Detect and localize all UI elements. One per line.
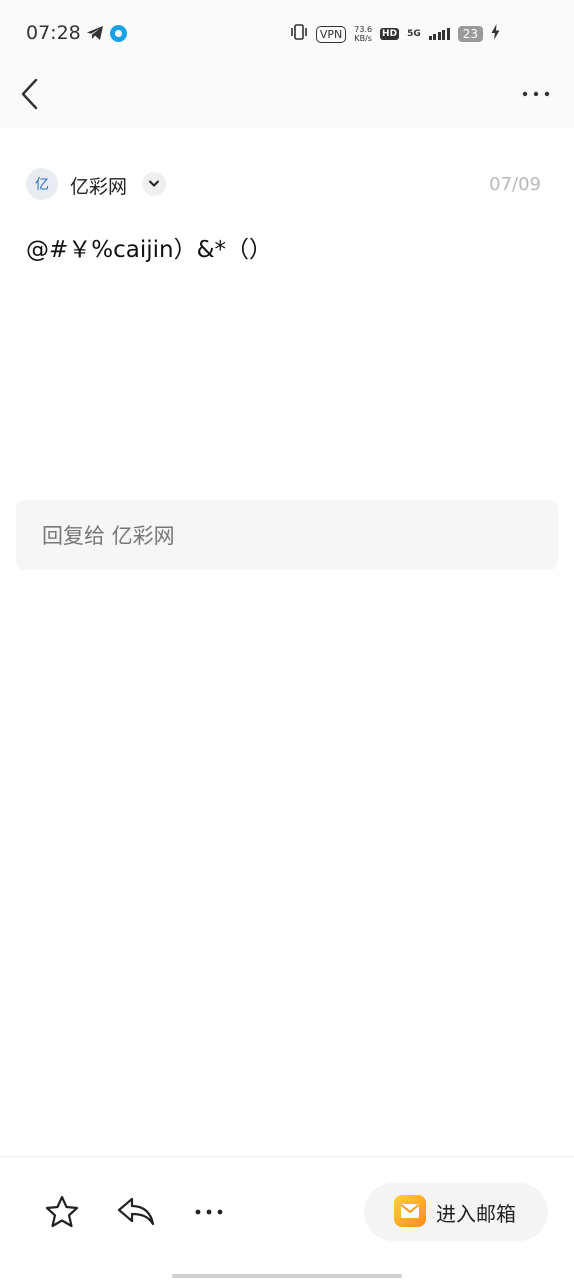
chevron-left-icon	[21, 78, 38, 110]
star-icon	[45, 1195, 79, 1228]
more-options-button[interactable]	[516, 78, 556, 110]
vpn-badge: VPN	[315, 25, 347, 43]
status-time: 07:28	[26, 22, 81, 44]
status-icons: VPN 73.6 KB/s HD 5G 23	[290, 24, 500, 44]
signal-icon	[428, 28, 450, 40]
reply-input[interactable]: 回复给 亿彩网	[16, 500, 558, 570]
battery-level: 23	[457, 26, 483, 42]
more-horizontal-icon	[522, 91, 550, 97]
status-bar: 07:28 VPN 73.6 KB/s HD 5G 23	[0, 0, 574, 62]
reply-icon	[117, 1197, 155, 1226]
home-indicator[interactable]	[172, 1274, 402, 1278]
sender-name[interactable]: 亿彩网	[70, 172, 127, 199]
reply-placeholder: 回复给 亿彩网	[42, 524, 175, 548]
vibrate-icon	[290, 24, 308, 44]
speed-unit: KB/s	[354, 34, 372, 43]
network-type: 5G	[407, 28, 421, 39]
telegram-icon	[86, 25, 104, 45]
app-icon	[110, 25, 127, 42]
open-inbox-label: 进入邮箱	[436, 1202, 516, 1226]
back-button[interactable]	[18, 76, 48, 112]
mail-body: @#￥%caijin）&*（）	[26, 237, 273, 263]
reply-button[interactable]	[116, 1195, 156, 1233]
more-icon	[195, 1209, 223, 1215]
network-speed: 73.6 KB/s	[354, 25, 372, 43]
charging-icon	[491, 24, 500, 44]
sender-details-toggle[interactable]	[142, 172, 166, 196]
open-inbox-button[interactable]: 进入邮箱	[364, 1183, 548, 1241]
chevron-down-icon	[149, 180, 159, 187]
star-button[interactable]	[44, 1195, 80, 1233]
sender-avatar[interactable]: 亿	[26, 168, 58, 200]
mail-icon	[394, 1195, 426, 1227]
more-actions-button[interactable]	[190, 1201, 228, 1227]
mail-date: 07/09	[489, 174, 541, 195]
hd-badge: HD	[380, 28, 400, 40]
speed-value: 73.6	[354, 25, 373, 34]
bottom-toolbar: 进入邮箱	[0, 1156, 574, 1281]
nav-bar	[0, 62, 574, 128]
